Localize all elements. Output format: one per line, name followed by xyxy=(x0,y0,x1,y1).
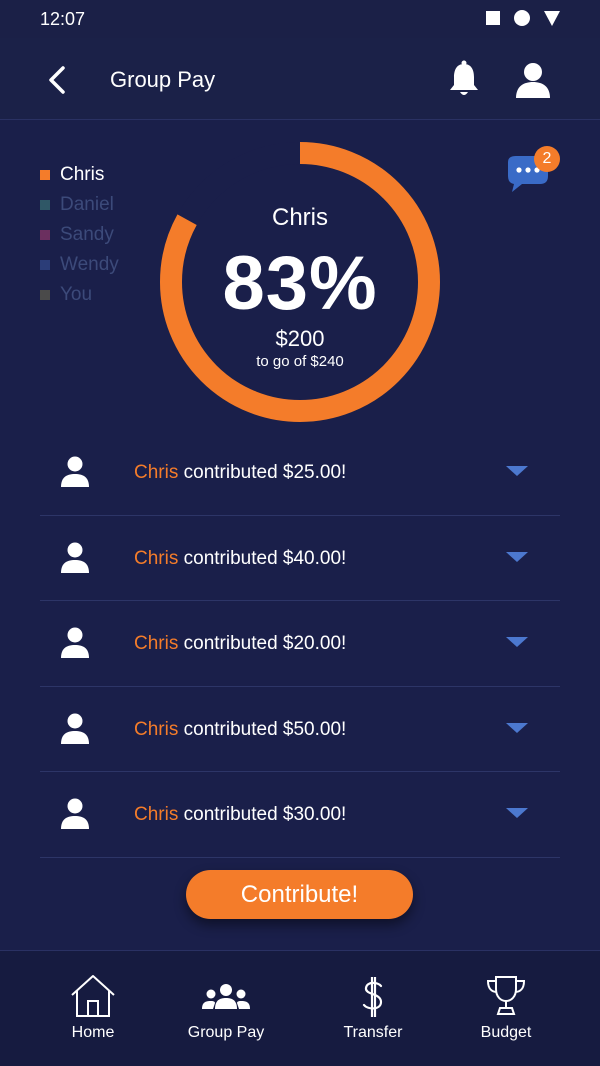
contribution-amount-text: contributed $50.00! xyxy=(178,718,347,740)
tab-transfer-label: Transfer xyxy=(343,1024,403,1041)
contribution-text: Chris contributed $40.00! xyxy=(134,548,346,570)
notifications-button[interactable] xyxy=(446,60,482,100)
status-time: 12:07 xyxy=(40,9,86,29)
legend-item[interactable]: Sandy xyxy=(40,220,119,250)
tab-transfer[interactable]: Transfer xyxy=(303,951,443,1066)
home-icon xyxy=(71,975,115,1017)
back-button[interactable] xyxy=(40,62,76,98)
contribution-amount-text: contributed $30.00! xyxy=(178,804,347,825)
signal-triangle-icon xyxy=(544,10,560,26)
chevron-down-icon[interactable] xyxy=(506,466,528,476)
user-icon xyxy=(61,798,89,829)
legend-label: Wendy xyxy=(60,254,119,275)
legend-swatch xyxy=(40,230,50,240)
app-header: Group Pay xyxy=(0,38,600,120)
contributor-name: Chris xyxy=(134,462,179,483)
contributor-name: Chris xyxy=(134,804,179,825)
profile-button[interactable] xyxy=(513,60,553,100)
contribution-text: Chris contributed $30.00! xyxy=(134,804,346,826)
chat-button[interactable]: 2 xyxy=(504,146,560,196)
user-icon xyxy=(61,627,89,658)
contribution-text: Chris contributed $25.00! xyxy=(134,462,346,484)
chevron-down-icon[interactable] xyxy=(506,551,528,562)
legend-item[interactable]: Wendy xyxy=(40,250,119,280)
tab-budget-label: Budget xyxy=(480,1024,532,1041)
progress-summary: Chris 83% $200 to go of $240 xyxy=(160,142,440,422)
contribution-amount-text: contributed $20.00! xyxy=(178,633,347,654)
legend-swatch xyxy=(40,290,50,300)
chevron-down-icon[interactable] xyxy=(506,722,528,733)
chevron-left-icon xyxy=(49,66,65,94)
progress-percent: 83% xyxy=(222,241,378,326)
contribution-amount-text: contributed $25.00! xyxy=(178,462,347,483)
legend-label: Chris xyxy=(60,164,105,185)
legend-label: Daniel xyxy=(60,194,114,215)
legend-swatch xyxy=(40,260,50,270)
contribution-row[interactable]: Chris contributed $50.00! xyxy=(40,687,560,772)
legend-swatch xyxy=(40,200,50,210)
legend-item[interactable]: Daniel xyxy=(40,190,119,220)
progress-remaining-subtitle: to go of $240 xyxy=(256,353,344,370)
status-bar: 12:07 xyxy=(0,0,600,38)
contributor-name: Chris xyxy=(134,633,179,654)
group-icon xyxy=(202,984,250,1009)
contribution-list: Chris contributed $25.00! Chris contribut… xyxy=(40,430,560,858)
contribution-amount-text: contributed $40.00! xyxy=(178,547,347,569)
tab-home[interactable]: Home xyxy=(23,951,163,1066)
contribute-button[interactable]: Contribute! xyxy=(186,870,413,919)
user-icon xyxy=(61,456,89,487)
user-icon xyxy=(61,713,89,744)
stop-icon xyxy=(486,11,500,25)
progress-remaining-amount: $200 xyxy=(275,326,325,351)
contributor-name: Chris xyxy=(134,718,179,740)
legend-item[interactable]: Chris xyxy=(40,160,119,190)
tab-group-pay[interactable]: Group Pay xyxy=(156,951,296,1066)
legend-label: You xyxy=(60,284,93,305)
chevron-down-icon[interactable] xyxy=(506,637,528,647)
dollar-icon xyxy=(362,977,383,1017)
user-icon xyxy=(516,63,550,98)
home-circle-icon xyxy=(514,10,530,26)
page-title: Group Pay xyxy=(110,67,216,92)
legend-label: Sandy xyxy=(60,224,114,245)
legend-item[interactable]: You xyxy=(40,280,119,310)
tab-group-pay-label: Group Pay xyxy=(187,1024,265,1041)
tab-budget[interactable]: Budget xyxy=(436,951,576,1066)
tab-home-label: Home xyxy=(71,1024,115,1041)
bottom-tab-bar: Home Group Pay Transfer Budget xyxy=(0,950,600,1066)
chevron-down-icon[interactable] xyxy=(506,808,528,818)
chat-badge: 2 xyxy=(534,146,560,172)
legend-swatch xyxy=(40,170,50,180)
contribution-text: Chris contributed $50.00! xyxy=(134,719,346,741)
contribution-row[interactable]: Chris contributed $40.00! xyxy=(40,516,560,601)
contribution-row[interactable]: Chris contributed $20.00! xyxy=(40,601,560,687)
contribution-row[interactable]: Chris contributed $30.00! xyxy=(40,772,560,858)
user-icon xyxy=(61,542,89,573)
bell-icon xyxy=(450,60,478,95)
contributor-name: Chris xyxy=(134,547,179,569)
status-icons xyxy=(486,10,560,26)
trophy-icon xyxy=(486,976,526,1015)
progress-name: Chris xyxy=(271,204,328,231)
contribution-row[interactable]: Chris contributed $25.00! xyxy=(40,430,560,516)
contribution-text: Chris contributed $20.00! xyxy=(134,633,346,655)
member-legend: Chris Daniel Sandy Wendy You xyxy=(40,160,119,310)
